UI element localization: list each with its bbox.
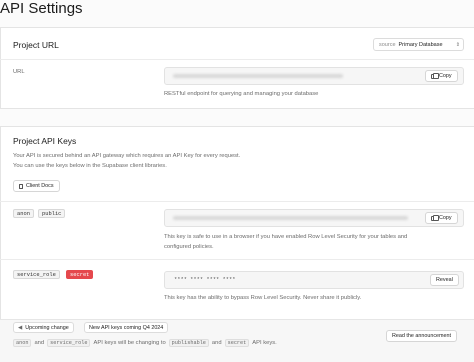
anon-tag: anon: [13, 209, 34, 218]
copy-label: Copy: [439, 73, 452, 79]
service-key-masked: **** **** **** ****: [174, 277, 236, 283]
chevron-updown-icon: ⇕: [455, 41, 460, 48]
url-label: URL: [13, 69, 25, 75]
service-role-tag: service_role: [13, 270, 60, 279]
card-divider: [0, 201, 474, 202]
code-anon: anon: [13, 339, 32, 347]
copy-icon: [431, 214, 439, 221]
card-divider: [0, 59, 474, 60]
client-docs-label: Client Docs: [26, 183, 54, 189]
upcoming-label: Upcoming change: [25, 324, 69, 331]
source-select[interactable]: source Primary Database ⇕: [373, 38, 464, 51]
footer-text-and-2: and: [211, 340, 222, 346]
service-key-field[interactable]: **** **** **** ****: [164, 271, 464, 289]
client-docs-button[interactable]: Client Docs: [13, 180, 60, 192]
public-tag: public: [38, 209, 66, 218]
service-description: This key has the ability to bypass Row L…: [164, 295, 362, 301]
megaphone-icon: ◀: [18, 324, 23, 331]
source-label: source: [379, 41, 396, 48]
read-announcement-button[interactable]: Read the announcement: [386, 330, 458, 342]
project-url-field[interactable]: [164, 67, 464, 85]
anon-description-1: This key is safe to use in a browser if …: [164, 234, 408, 240]
api-keys-heading: Project API Keys: [13, 136, 77, 146]
secret-tag: secret: [66, 270, 94, 279]
api-keys-intro-1: Your API is secured behind an API gatewa…: [13, 153, 241, 159]
api-keys-intro-2: You can use the keys below in the Supaba…: [13, 163, 167, 169]
url-value-redacted: [173, 74, 343, 78]
copy-anon-key-button[interactable]: Copy: [425, 212, 458, 224]
footer-text-and: and: [34, 340, 45, 346]
copy-url-button[interactable]: Copy: [425, 70, 458, 82]
anon-key-field[interactable]: [164, 209, 464, 227]
document-icon: [19, 183, 23, 189]
copy-icon: [431, 72, 439, 79]
copy-label: Copy: [439, 215, 452, 221]
anon-description-2: configured policies.: [164, 244, 214, 250]
code-service-role: service_role: [47, 339, 91, 347]
footer-message: anon and service_role API keys will be c…: [13, 339, 277, 347]
url-description: RESTful endpoint for querying and managi…: [164, 91, 319, 97]
code-publishable: publishable: [168, 339, 209, 347]
reveal-button[interactable]: Reveal: [430, 274, 459, 286]
project-url-heading: Project URL: [13, 40, 59, 50]
footer-text-end: API keys.: [252, 340, 277, 346]
footer-text-mid: API keys will be changing to: [93, 340, 166, 346]
source-value: Primary Database: [398, 41, 443, 48]
anon-key-redacted: [173, 216, 408, 220]
upcoming-change-badge: ◀ Upcoming change: [13, 322, 74, 333]
new-keys-badge: New API keys coming Q4 2024: [84, 322, 169, 333]
card-divider: [0, 259, 474, 260]
page-title: API Settings: [0, 0, 83, 17]
code-secret: secret: [224, 339, 250, 347]
